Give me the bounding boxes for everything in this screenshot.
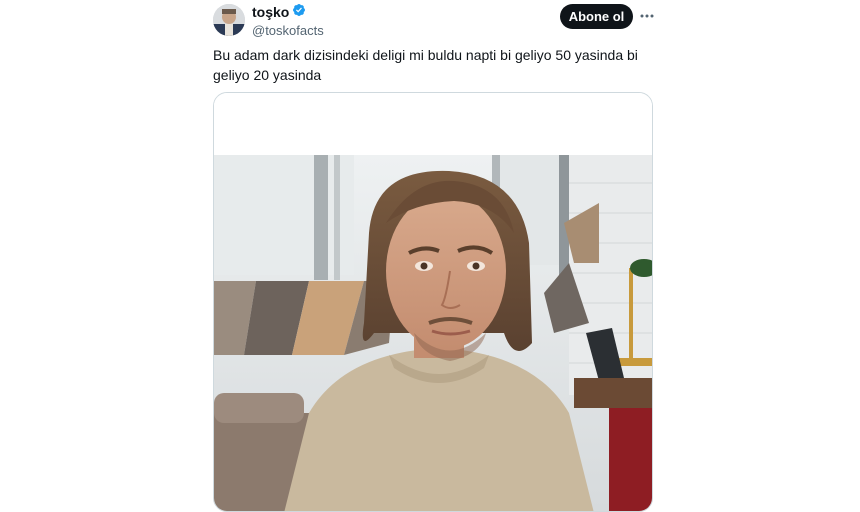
more-horizontal-icon bbox=[640, 14, 654, 18]
tweet-text: Bu adam dark dizisindeki deligi mi buldu… bbox=[213, 47, 638, 83]
tweet-media[interactable] bbox=[213, 92, 653, 512]
more-options-button[interactable] bbox=[638, 8, 656, 24]
tweet-photo bbox=[214, 93, 652, 511]
verified-badge-icon bbox=[292, 3, 306, 22]
follow-button[interactable]: Abone ol bbox=[560, 4, 633, 29]
author-handle[interactable]: @toskofacts bbox=[252, 22, 324, 40]
author-name-row: toşko bbox=[252, 3, 324, 22]
avatar-image bbox=[213, 4, 245, 36]
tweet-author: toşko @toskofacts bbox=[252, 3, 324, 40]
author-display-name[interactable]: toşko bbox=[252, 4, 289, 20]
avatar[interactable] bbox=[213, 4, 245, 36]
